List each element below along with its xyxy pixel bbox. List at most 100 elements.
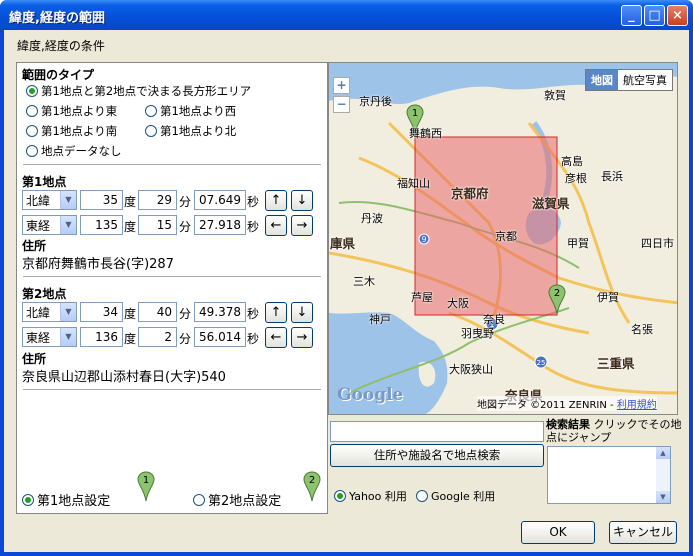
radio-north-of-p1[interactable]: 第1地点より北 — [145, 123, 236, 139]
map-type-switch[interactable]: 地図 航空写真 — [585, 69, 673, 91]
point2-lon-sec[interactable]: 56.014 — [194, 327, 246, 347]
point2-up-button[interactable]: ↑ — [265, 302, 287, 323]
zoom-out-button[interactable]: − — [333, 96, 350, 113]
point1-lat-deg[interactable]: 35 — [80, 190, 123, 210]
radio-label: 第1地点より東 — [41, 104, 118, 118]
radio-dot[interactable] — [145, 125, 157, 137]
unit-min: 分 — [179, 195, 192, 209]
results-title: 検索結果 — [546, 418, 590, 431]
radio-label: 地点データなし — [41, 144, 122, 158]
maximize-button[interactable]: □ — [644, 5, 665, 26]
radio-west-of-p1[interactable]: 第1地点より西 — [145, 103, 236, 119]
search-input[interactable] — [330, 421, 544, 442]
map-label: 京丹後 — [359, 95, 392, 108]
unit-min: 分 — [179, 332, 192, 346]
radio-dot[interactable] — [26, 125, 38, 137]
unit-sec: 秒 — [247, 332, 260, 346]
map-label: 丹波 — [361, 212, 383, 225]
point2-title: 第2地点 — [22, 287, 67, 301]
point1-lon-sec[interactable]: 27.918 — [194, 215, 246, 235]
point1-mode-radio[interactable]: 第1地点設定 — [22, 490, 110, 509]
point1-right-button[interactable]: → — [291, 215, 313, 236]
results-list[interactable]: ▲ ▼ — [547, 446, 671, 504]
radio-no-point-data[interactable]: 地点データなし — [26, 143, 122, 159]
settings-panel: 範囲のタイプ 第1地点と第2地点で決まる長方形エリア 第1地点より東 第1地点よ… — [16, 62, 328, 514]
map-label: 甲賀 — [567, 237, 589, 250]
unit-sec: 秒 — [247, 220, 260, 234]
close-button[interactable]: × — [667, 5, 688, 26]
point2-down-button[interactable]: ↓ — [291, 302, 313, 323]
ok-button[interactable]: OK — [521, 521, 595, 544]
point2-lat-min[interactable]: 40 — [138, 302, 177, 322]
point1-lon-deg[interactable]: 135 — [80, 215, 123, 235]
radio-dot[interactable] — [26, 105, 38, 117]
results-label: 検索結果 クリックでその地点にジャンプ — [546, 418, 686, 444]
point2-lon-deg[interactable]: 136 — [80, 327, 123, 347]
point1-down-button[interactable]: ↓ — [291, 190, 313, 211]
divider — [23, 164, 321, 165]
map-label: 京都 — [495, 230, 517, 243]
map-label: 庫県 — [330, 236, 356, 251]
select-value: 東経 — [26, 330, 51, 345]
map-label: 四日市 — [641, 237, 674, 250]
radio-dot[interactable] — [22, 493, 34, 506]
terms-link[interactable]: 利用規約 — [617, 400, 657, 411]
map-label: 高島 — [561, 155, 583, 168]
radio-dot[interactable] — [193, 493, 205, 506]
map-label: 神戸 — [369, 313, 391, 326]
tab-map[interactable]: 地図 — [586, 70, 618, 90]
radio-dot[interactable] — [145, 105, 157, 117]
results-scrollbar[interactable]: ▲ ▼ — [656, 447, 670, 503]
engine-yahoo-radio[interactable]: Yahoo 利用 — [334, 488, 407, 504]
radio-dot[interactable] — [26, 145, 38, 157]
marker-number: 2 — [554, 288, 560, 299]
point2-lon-min[interactable]: 2 — [138, 327, 177, 347]
point1-lat-sec[interactable]: 07.649 — [194, 190, 246, 210]
minimize-button[interactable]: _ — [621, 5, 642, 26]
unit-deg: 度 — [124, 220, 137, 234]
radio-dot[interactable] — [416, 490, 428, 502]
point1-lat-dir-select[interactable]: 北緯 ▼ — [22, 190, 77, 210]
point2-right-button[interactable]: → — [291, 327, 313, 348]
window-title: 緯度,経度の範囲 — [9, 11, 105, 26]
radio-south-of-p1[interactable]: 第1地点より南 — [26, 123, 117, 139]
point1-lon-min[interactable]: 15 — [138, 215, 177, 235]
point2-lat-sec[interactable]: 49.378 — [194, 302, 246, 322]
radio-label: 第1地点より西 — [160, 104, 237, 118]
point2-left-button[interactable]: ← — [265, 327, 287, 348]
radio-dot[interactable] — [26, 85, 38, 97]
engine-google-radio[interactable]: Google 利用 — [416, 488, 495, 504]
map-label: 羽曳野 — [461, 327, 494, 340]
zoom-in-button[interactable]: + — [333, 77, 350, 94]
chevron-down-icon[interactable]: ▼ — [60, 216, 76, 234]
point1-left-button[interactable]: ← — [265, 215, 287, 236]
point2-lon-dir-select[interactable]: 東経 ▼ — [22, 327, 77, 347]
scroll-up-icon[interactable]: ▲ — [656, 447, 670, 459]
chevron-down-icon[interactable]: ▼ — [60, 191, 76, 209]
chevron-down-icon[interactable]: ▼ — [60, 303, 76, 321]
unit-deg: 度 — [124, 332, 137, 346]
select-value: 東経 — [26, 218, 51, 233]
scroll-down-icon[interactable]: ▼ — [656, 491, 670, 503]
title-bar[interactable]: 緯度,経度の範囲 _ □ × — [0, 0, 693, 30]
radio-rectangle-area[interactable]: 第1地点と第2地点で決まる長方形エリア — [26, 83, 251, 99]
unit-min: 分 — [179, 307, 192, 321]
select-value: 北緯 — [26, 193, 51, 208]
radio-east-of-p1[interactable]: 第1地点より東 — [26, 103, 117, 119]
map-view[interactable]: 9 1 25 1 2 + − 地図 航空写真 京丹後 敦賀 舞鶴西 高島 彦根 … — [328, 62, 678, 415]
unit-sec: 秒 — [247, 195, 260, 209]
tab-satellite[interactable]: 航空写真 — [618, 70, 672, 90]
radio-dot[interactable] — [334, 490, 346, 502]
divider — [23, 276, 321, 277]
search-button[interactable]: 住所や施設名で地点検索 — [330, 444, 544, 467]
point2-mode-radio[interactable]: 第2地点設定 — [193, 490, 281, 509]
point2-lat-deg[interactable]: 34 — [80, 302, 123, 322]
point2-lat-dir-select[interactable]: 北緯 ▼ — [22, 302, 77, 322]
point1-up-button[interactable]: ↑ — [265, 190, 287, 211]
point1-marker-icon: 1 — [137, 471, 155, 502]
point2-address-label: 住所 — [22, 352, 47, 366]
point1-lat-min[interactable]: 29 — [138, 190, 177, 210]
cancel-button[interactable]: キャンセル — [609, 521, 677, 544]
chevron-down-icon[interactable]: ▼ — [60, 328, 76, 346]
point1-lon-dir-select[interactable]: 東経 ▼ — [22, 215, 77, 235]
